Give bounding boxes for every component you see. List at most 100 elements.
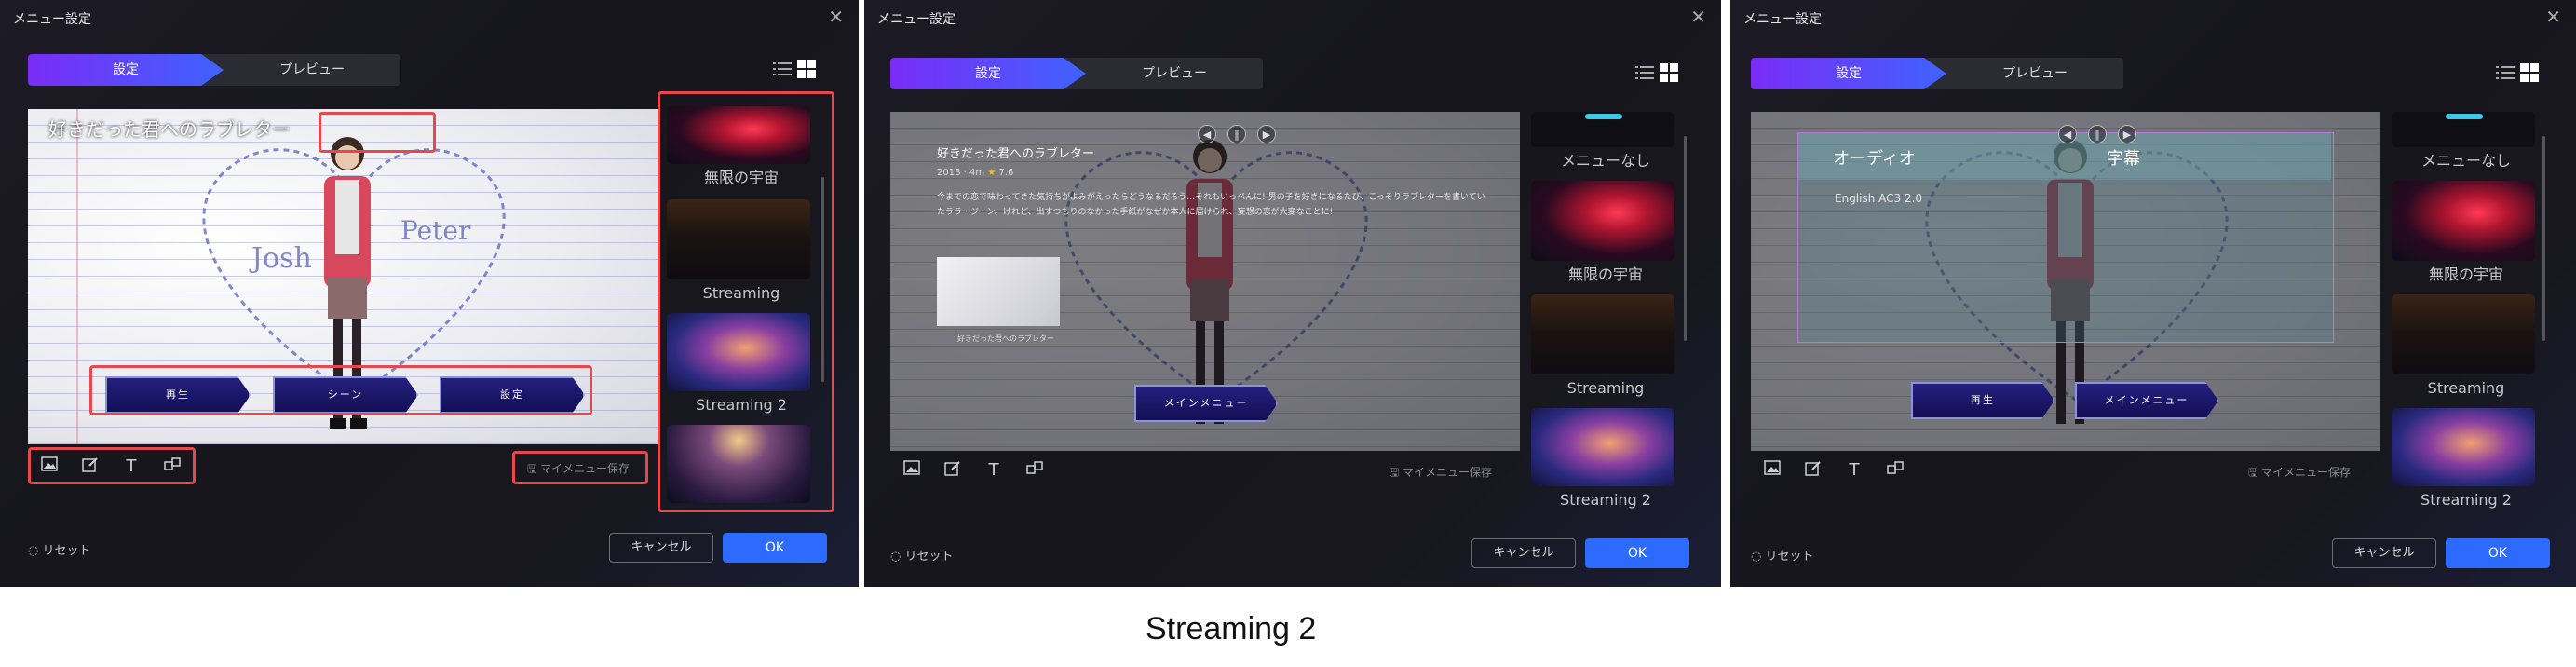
pause-icon[interactable]: ‖ — [1227, 125, 1246, 143]
edit-icon[interactable] — [1803, 460, 1824, 481]
highlight-theme-list — [658, 91, 834, 512]
theme-thumb-none[interactable] — [2392, 112, 2535, 147]
theme-list-scrollbar[interactable] — [1684, 136, 1687, 341]
main-menu-button[interactable]: メインメニュー — [1134, 385, 1278, 422]
layout-icon[interactable] — [1885, 460, 1905, 481]
reset-icon: ◌ — [1751, 550, 1766, 564]
grid-view-icon[interactable] — [797, 60, 816, 78]
forward-icon[interactable]: ▶ — [2118, 125, 2136, 143]
close-icon[interactable]: ✕ — [828, 6, 844, 28]
theme-label-none: メニューなし — [1560, 152, 1650, 170]
thumbnail-caption: 好きだった君へのラブレター — [957, 334, 1054, 343]
audio-track[interactable]: English AC3 2.0 — [1835, 192, 1922, 205]
grid-view-icon[interactable] — [1660, 63, 1678, 82]
grid-view-icon[interactable] — [2520, 63, 2539, 82]
menu-settings-dialog-2: メニュー設定 ✕ 設定 プレビュー ◀ ‖ ▶ 好きだった君へのラブレター 20… — [864, 0, 1721, 587]
theme-thumb-streaming[interactable] — [1531, 294, 1674, 374]
theme-label-streaming2: Streaming 2 — [2420, 491, 2512, 509]
theme-label-streaming: Streaming — [2427, 379, 2505, 397]
dialog-title: メニュー設定 — [877, 12, 956, 27]
ok-button[interactable]: OK — [723, 533, 827, 563]
tab-settings[interactable]: 設定 — [1751, 58, 1946, 89]
tab-bar: 設定 プレビュー — [890, 58, 1263, 89]
theme-label-none: メニューなし — [2420, 152, 2511, 170]
highlight-tools — [28, 447, 196, 484]
list-view-icon[interactable] — [2496, 65, 2515, 80]
audio-label[interactable]: オーディオ — [1833, 145, 1916, 170]
svg-text:Josh: Josh — [249, 242, 312, 275]
theme-thumb-space[interactable] — [1531, 181, 1674, 261]
tab-settings[interactable]: 設定 — [28, 54, 224, 86]
pause-icon[interactable]: ‖ — [2088, 125, 2107, 143]
menu-preview-canvas[interactable]: ◀ ‖ ▶ 好きだった君へのラブレター 2018 · 4m ★ 7.6 今までの… — [890, 112, 1520, 451]
theme-label-space: 無限の宇宙 — [2428, 265, 2503, 283]
canvas-movie-title[interactable]: 好きだった君へのラブレター — [48, 115, 291, 142]
star-icon: ★ — [987, 168, 999, 178]
reset-icon: ◌ — [890, 550, 905, 564]
theme-thumb-space[interactable] — [2392, 181, 2535, 261]
figure-caption: Streaming 2 — [1146, 611, 1317, 647]
menu-settings-dialog-3: メニュー設定 ✕ 設定 プレビュー オーディオ 字幕 English AC3 2… — [1730, 0, 2576, 587]
play-button[interactable]: 再生 — [1911, 382, 2054, 419]
rewind-icon[interactable]: ◀ — [2058, 125, 2077, 143]
list-view-icon[interactable] — [1635, 65, 1654, 80]
tab-bar: 設定 プレビュー — [1751, 58, 2123, 89]
list-view-icon[interactable] — [773, 61, 792, 76]
menu-settings-dialog-1: メニュー設定 ✕ 設定 プレビュー Josh Peter 好きだった君へのラブレ… — [0, 0, 859, 587]
save-icon: 🖫 — [1390, 466, 1403, 479]
reset-button[interactable]: ◌ リセット — [890, 546, 954, 564]
theme-list-scrollbar[interactable] — [2542, 136, 2545, 341]
movie-description[interactable]: 今までの恋で味わってきた気持ちがよみがえったらどうなるだろう…それもいっぺんに!… — [937, 190, 1486, 220]
theme-none-bar — [1585, 114, 1622, 119]
svg-text:Peter: Peter — [400, 215, 471, 246]
cancel-button[interactable]: キャンセル — [609, 533, 713, 563]
theme-none-bar — [2446, 114, 2483, 119]
tab-preview[interactable]: プレビュー — [1946, 58, 2123, 89]
my-menu-save-button[interactable]: 🖫 マイメニュー保存 — [2248, 464, 2351, 483]
ok-button[interactable]: OK — [1585, 538, 1689, 568]
subtitle-label[interactable]: 字幕 — [2107, 145, 2140, 170]
forward-icon[interactable]: ▶ — [1257, 125, 1276, 143]
rewind-icon[interactable]: ◀ — [1198, 125, 1216, 143]
my-menu-save-button[interactable]: 🖫 マイメニュー保存 — [1390, 464, 1492, 483]
movie-meta: 2018 · 4m ★ 7.6 — [937, 168, 1014, 178]
tab-preview[interactable]: プレビュー — [1086, 58, 1263, 89]
highlight-title-area — [319, 112, 436, 153]
highlight-menu-buttons — [89, 365, 592, 415]
theme-thumb-streaming2[interactable] — [2392, 408, 2535, 486]
notebook-margin-line — [76, 109, 78, 444]
tab-bar: 設定 プレビュー — [28, 54, 400, 86]
text-icon[interactable]: T — [1844, 460, 1864, 481]
tab-settings[interactable]: 設定 — [890, 58, 1086, 89]
theme-label-streaming2: Streaming 2 — [1560, 491, 1651, 509]
tab-preview[interactable]: プレビュー — [224, 54, 400, 86]
theme-thumb-streaming[interactable] — [2392, 294, 2535, 374]
theme-list: メニューなし 無限の宇宙 Streaming Streaming 2 — [1531, 112, 1680, 514]
theme-label-space: 無限の宇宙 — [1567, 265, 1643, 283]
theme-label-streaming: Streaming — [1566, 379, 1645, 397]
image-icon[interactable] — [902, 460, 922, 481]
movie-thumbnail[interactable] — [937, 257, 1060, 326]
highlight-save — [512, 451, 648, 484]
text-icon[interactable]: T — [983, 460, 1004, 481]
ok-button[interactable]: OK — [2446, 538, 2550, 568]
reset-icon: ◌ — [28, 544, 43, 558]
reset-button[interactable]: ◌ リセット — [28, 540, 91, 558]
main-menu-button[interactable]: メインメニュー — [2075, 382, 2218, 419]
movie-title[interactable]: 好きだった君へのラブレター — [937, 143, 1094, 161]
cancel-button[interactable]: キャンセル — [2332, 538, 2436, 568]
theme-thumb-streaming2[interactable] — [1531, 408, 1674, 486]
edit-icon[interactable] — [942, 460, 963, 481]
theme-thumb-none[interactable] — [1531, 112, 1674, 147]
layout-icon[interactable] — [1024, 460, 1045, 481]
dialog-title: メニュー設定 — [1743, 12, 1822, 27]
theme-list: メニューなし 無限の宇宙 Streaming Streaming 2 — [2392, 112, 2541, 514]
cancel-button[interactable]: キャンセル — [1471, 538, 1576, 568]
close-icon[interactable]: ✕ — [1690, 6, 1706, 28]
image-icon[interactable] — [1762, 460, 1783, 481]
dialog-title: メニュー設定 — [13, 12, 91, 27]
close-icon[interactable]: ✕ — [2545, 6, 2561, 28]
reset-button[interactable]: ◌ リセット — [1751, 546, 1814, 564]
menu-preview-canvas[interactable]: オーディオ 字幕 English AC3 2.0 ◀ ‖ ▶ 再生 メインメニュ… — [1751, 112, 2380, 451]
save-icon: 🖫 — [2248, 466, 2262, 479]
